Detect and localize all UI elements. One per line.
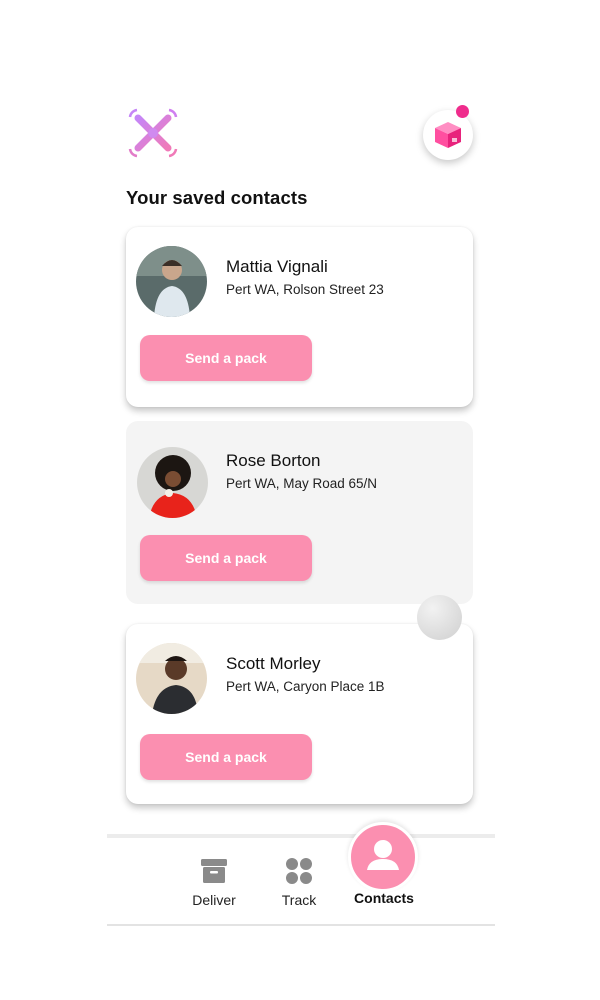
avatar xyxy=(136,246,207,317)
contact-card[interactable]: Rose Borton Pert WA, May Road 65/N Send … xyxy=(126,421,473,604)
bottom-nav: Deliver Track xyxy=(107,834,495,926)
contact-name: Mattia Vignali xyxy=(226,257,328,276)
avatar xyxy=(136,643,207,714)
user-icon xyxy=(367,840,399,870)
drag-handle[interactable] xyxy=(417,595,462,640)
contact-address: Pert WA, May Road 65/N xyxy=(226,476,378,491)
contact-address: Pert WA, Caryon Place 1B xyxy=(226,679,385,694)
tab-track-label: Track xyxy=(281,892,317,908)
grid-dots-icon xyxy=(286,858,312,884)
tab-deliver-label: Deliver xyxy=(192,892,236,908)
contact-name: Rose Borton xyxy=(226,451,321,470)
send-pack-button[interactable]: Send a pack xyxy=(140,535,312,581)
tab-deliver[interactable]: Deliver xyxy=(187,856,241,908)
send-pack-button[interactable]: Send a pack xyxy=(140,734,312,780)
contact-address: Pert WA, Rolson Street 23 xyxy=(226,282,384,297)
tab-track[interactable]: Track xyxy=(275,856,323,908)
page-title: Your saved contacts xyxy=(126,187,308,208)
archive-box-icon xyxy=(201,859,227,883)
contact-card[interactable]: Scott Morley Pert WA, Caryon Place 1B Se… xyxy=(126,624,473,804)
parcel-button[interactable] xyxy=(423,110,473,160)
tab-contacts-label: Contacts xyxy=(354,890,414,906)
contact-card[interactable]: Mattia Vignali Pert WA, Rolson Street 23… xyxy=(126,227,473,407)
drone-logo-icon xyxy=(128,108,178,158)
send-pack-button[interactable]: Send a pack xyxy=(140,335,312,381)
contact-name: Scott Morley xyxy=(226,654,321,673)
tab-contacts[interactable] xyxy=(348,822,418,892)
parcel-box-icon xyxy=(435,122,461,148)
avatar xyxy=(137,447,208,518)
notification-dot xyxy=(456,105,469,118)
